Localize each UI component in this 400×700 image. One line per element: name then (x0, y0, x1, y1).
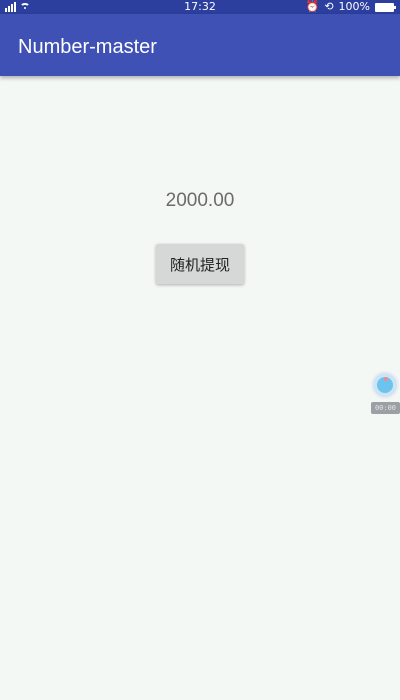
record-dot-icon (384, 377, 388, 381)
random-withdraw-button[interactable]: 随机提现 (156, 244, 244, 284)
status-right-icons: ⏰ ⟲ 100% (305, 0, 396, 14)
app-toolbar: Number-master (0, 14, 400, 76)
floating-ball-icon[interactable] (371, 371, 399, 399)
floating-recorder-widget[interactable]: 00:00 (371, 371, 400, 415)
amount-value: 2000.00 (165, 190, 235, 211)
rotation-lock-icon: ⟲ (324, 0, 334, 13)
battery-icon (375, 2, 396, 12)
floating-timer: 00:00 (371, 402, 400, 414)
status-bar: 17:32 ⏰ ⟲ 100% (0, 0, 400, 14)
app-title: Number-master (18, 36, 157, 58)
alarm-icon: ⏰ (305, 0, 320, 13)
battery-percent: 100% (338, 0, 370, 13)
